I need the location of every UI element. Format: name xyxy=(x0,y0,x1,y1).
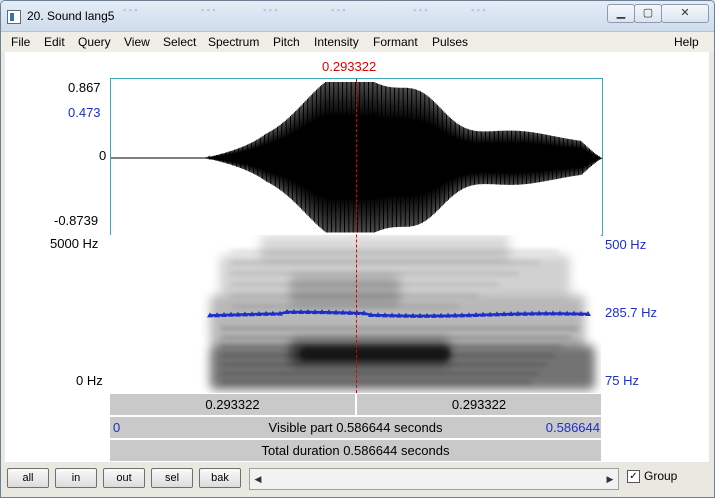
bottom-toolbar: all in out sel bak ◀ ▶ ✓ Group xyxy=(1,462,714,497)
editor-window: ▪ ▪ ▪ ▪ ▪ ▪ ▪ ▪ ▪ ▪ ▪ ▪ ▪ ▪ ▪ ▪ ▪ ▪ 20. … xyxy=(0,0,715,498)
wave-cursor-value-label: 0.473 xyxy=(68,105,101,120)
menu-formant[interactable]: Formant xyxy=(373,35,418,49)
zoom-back-button[interactable]: bak xyxy=(199,468,241,488)
maximize-icon: ▢ xyxy=(642,7,654,19)
window-title: 20. Sound lang5 xyxy=(27,9,115,23)
minimize-button[interactable]: ▁ xyxy=(607,4,635,23)
cursor-line xyxy=(356,79,357,393)
visible-end-label: 0.586644 xyxy=(545,420,600,435)
group-checkbox[interactable]: ✓ xyxy=(627,470,640,483)
menu-pitch[interactable]: Pitch xyxy=(273,35,300,49)
time-segment-left[interactable]: 0.293322 xyxy=(110,393,355,415)
pitch-top-label: 500 Hz xyxy=(605,237,647,252)
total-duration-bar[interactable]: Total duration 0.586644 seconds xyxy=(110,439,601,461)
time-segment-right[interactable]: 0.293322 xyxy=(357,393,601,415)
menu-pulses[interactable]: Pulses xyxy=(432,35,468,49)
app-icon xyxy=(7,10,21,24)
time-segment-left-label: 0.293322 xyxy=(205,397,260,412)
menu-select[interactable]: Select xyxy=(163,35,196,49)
menu-file[interactable]: File xyxy=(11,35,30,49)
time-segment-right-label: 0.293322 xyxy=(451,397,507,412)
close-button[interactable]: ✕ xyxy=(661,4,709,23)
menu-help[interactable]: Help xyxy=(674,35,699,49)
menu-view[interactable]: View xyxy=(124,35,150,49)
wave-zero-label: 0 xyxy=(99,148,107,163)
close-icon: ✕ xyxy=(680,7,690,19)
checkmark-icon: ✓ xyxy=(629,471,638,482)
wave-min-label: -0.8739 xyxy=(54,213,99,228)
zoom-out-button[interactable]: out xyxy=(103,468,145,488)
menu-edit[interactable]: Edit xyxy=(44,35,65,49)
menu-query[interactable]: Query xyxy=(78,35,111,49)
pitch-bottom-label: 75 Hz xyxy=(605,373,639,388)
visible-part-bar[interactable]: Visible part 0.586644 seconds 0 0.586644 xyxy=(110,416,601,438)
menu-bar: File Edit Query View Select Spectrum Pit… xyxy=(1,32,714,52)
zoom-in-button[interactable]: in xyxy=(55,468,97,488)
spectrogram-bottom-label: 0 Hz xyxy=(76,373,103,388)
scroll-right-arrow-icon[interactable]: ▶ xyxy=(602,469,618,489)
visible-part-label: Visible part 0.586644 seconds xyxy=(268,420,443,435)
menu-spectrum[interactable]: Spectrum xyxy=(208,35,259,49)
sound-editor-panel[interactable]: 0.293322 0.867 0.473 0 -0.8739 5000 Hz 0… xyxy=(5,52,709,462)
title-bar[interactable]: ▪ ▪ ▪ ▪ ▪ ▪ ▪ ▪ ▪ ▪ ▪ ▪ ▪ ▪ ▪ ▪ ▪ ▪ 20. … xyxy=(1,1,714,32)
total-duration-label: Total duration 0.586644 seconds xyxy=(261,443,450,458)
group-label: Group xyxy=(644,469,678,483)
minimize-icon: ▁ xyxy=(616,7,626,19)
zoom-all-button[interactable]: all xyxy=(7,468,49,488)
wave-max-label: 0.867 xyxy=(68,80,101,95)
pitch-value-label: 285.7 Hz xyxy=(605,305,658,320)
zoom-selection-button[interactable]: sel xyxy=(151,468,193,488)
visible-start-label: 0 xyxy=(113,420,121,435)
spectrogram-top-label: 5000 Hz xyxy=(50,236,99,251)
scroll-left-arrow-icon[interactable]: ◀ xyxy=(250,469,266,489)
cursor-time-label: 0.293322 xyxy=(322,59,377,74)
menu-intensity[interactable]: Intensity xyxy=(314,35,359,49)
horizontal-scrollbar[interactable]: ◀ ▶ xyxy=(249,468,619,490)
maximize-button[interactable]: ▢ xyxy=(634,4,662,23)
